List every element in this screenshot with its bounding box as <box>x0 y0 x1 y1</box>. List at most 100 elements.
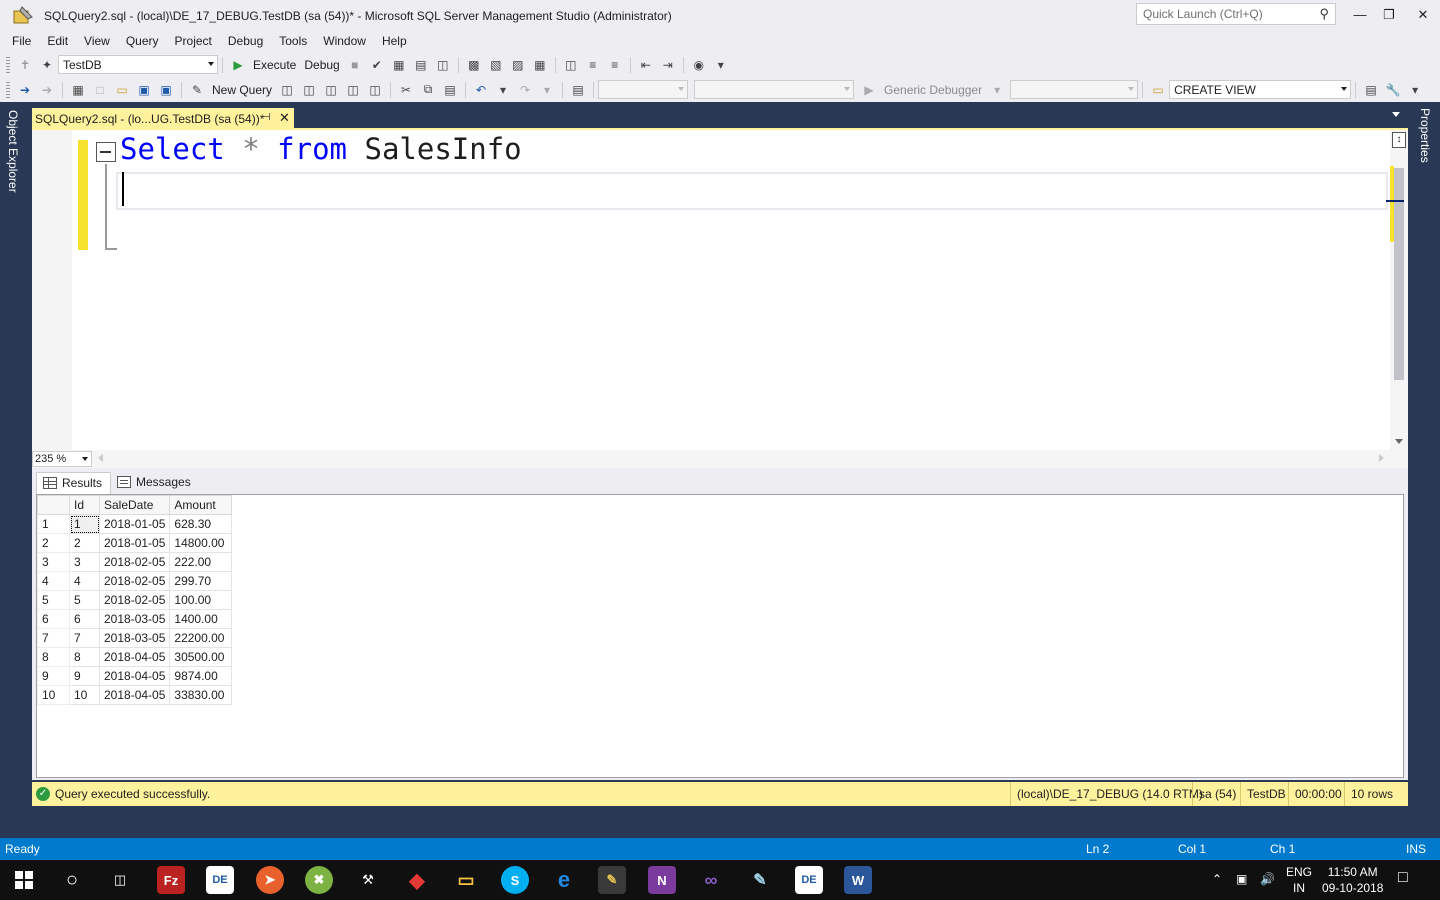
scroll-right-icon[interactable] <box>1379 454 1384 462</box>
edge-browser-icon[interactable]: e <box>550 866 578 894</box>
cancel-query-icon[interactable]: ■ <box>346 56 364 74</box>
properties-wrench-icon[interactable]: 🔧 <box>1384 81 1402 99</box>
menu-query[interactable]: Query <box>118 34 167 48</box>
cell-id[interactable]: 8 <box>69 647 100 667</box>
app-window-icon[interactable]: DE <box>206 866 234 894</box>
cell-amount[interactable]: 22200.00 <box>169 628 233 648</box>
cell-amount[interactable]: 222.00 <box>169 552 233 572</box>
collapse-icon[interactable] <box>96 142 116 162</box>
live-stats-icon[interactable]: ▧ <box>487 56 505 74</box>
comment-icon[interactable]: ≡ <box>584 56 602 74</box>
cell-saledate[interactable]: 2018-04-05 <box>98 685 171 705</box>
increase-indent-icon[interactable]: ⇥ <box>659 56 677 74</box>
row-number[interactable]: 2 <box>37 533 70 553</box>
cell-id[interactable]: 9 <box>69 666 100 686</box>
new-project-icon[interactable]: ▦ <box>69 81 87 99</box>
cut-icon[interactable]: ✂ <box>397 81 415 99</box>
xampp-icon[interactable]: ✖ <box>305 866 333 894</box>
menu-debug[interactable]: Debug <box>220 34 271 48</box>
copy-icon[interactable]: ⧉ <box>419 81 437 99</box>
cell-saledate[interactable]: 2018-02-05 <box>98 571 171 591</box>
uncomment-icon[interactable]: ≡ <box>606 56 624 74</box>
task-view-icon[interactable]: ◫ <box>106 866 134 894</box>
row-number[interactable]: 9 <box>37 666 70 686</box>
debugger-icon[interactable]: ▶ <box>860 81 878 99</box>
ruby-diamond-icon[interactable]: ◆ <box>403 866 431 894</box>
tab-dropdown-icon[interactable] <box>1392 112 1400 117</box>
menu-help[interactable]: Help <box>374 34 415 48</box>
parse-checkmark-icon[interactable]: ✔ <box>368 56 386 74</box>
search-circle-icon[interactable]: ○ <box>58 866 86 894</box>
find-in-files-icon[interactable]: ▭ <box>1149 81 1167 99</box>
filezilla-icon[interactable]: Fz <box>157 866 185 894</box>
cell-id[interactable]: 7 <box>69 628 100 648</box>
cell-saledate[interactable]: 2018-02-05 <box>98 590 171 610</box>
redo-dropdown-icon[interactable]: ▾ <box>538 81 556 99</box>
activity-monitor-icon[interactable]: ▤ <box>569 81 587 99</box>
row-number[interactable]: 3 <box>37 552 70 572</box>
ssms-taskbar-icon[interactable]: ✎ <box>598 866 626 894</box>
connect-icon[interactable]: ✝ <box>16 56 34 74</box>
tab-results[interactable]: Results <box>36 472 112 494</box>
generic-debugger-button[interactable]: Generic Debugger <box>884 83 982 97</box>
split-window-icon[interactable]: ↕ <box>1392 132 1406 148</box>
debugger-dropdown-icon[interactable]: ▾ <box>988 81 1006 99</box>
close-window-button[interactable]: ✕ <box>1408 4 1438 26</box>
database-select[interactable]: TestDB <box>58 55 218 74</box>
column-header-amount[interactable]: Amount <box>169 495 233 515</box>
cell-id[interactable]: 3 <box>69 552 100 572</box>
onenote-icon[interactable]: N <box>648 866 676 894</box>
cell-amount[interactable]: 628.30 <box>169 514 233 534</box>
cell-amount[interactable]: 9874.00 <box>169 666 233 686</box>
cell-saledate[interactable]: 2018-01-05 <box>98 533 171 553</box>
row-number[interactable]: 7 <box>37 628 70 648</box>
results-grid[interactable]: Id SaleDate Amount 1 1 2018-01-05 628.30 22… <box>36 494 1404 778</box>
clock[interactable]: 11:50 AM 09-10-2018 <box>1322 864 1383 896</box>
results-to-file-icon[interactable]: ◫ <box>562 56 580 74</box>
cell-saledate[interactable]: 2018-04-05 <box>98 666 171 686</box>
menu-window[interactable]: Window <box>315 34 374 48</box>
menu-edit[interactable]: Edit <box>39 34 76 48</box>
find-combo[interactable]: CREATE VIEW <box>1169 80 1352 99</box>
cell-id[interactable]: 4 <box>69 571 100 591</box>
properties-tab[interactable]: Properties <box>1418 108 1432 163</box>
network-icon[interactable]: ▣ <box>1236 871 1247 887</box>
back-icon[interactable]: ➔ <box>16 81 34 99</box>
toolbar-grip[interactable] <box>6 56 10 73</box>
query-editor[interactable]: Select * from SalesInfo ↕ <box>32 128 1408 450</box>
restore-button[interactable]: ❐ <box>1374 4 1404 26</box>
cell-amount[interactable]: 33830.00 <box>169 685 233 705</box>
add-item-icon[interactable]: □ <box>91 81 109 99</box>
save-icon[interactable]: ▣ <box>135 81 153 99</box>
ssms-app-icon[interactable] <box>12 5 34 27</box>
code-line-1[interactable]: Select * from SalesInfo <box>120 132 522 166</box>
cell-amount[interactable]: 299.70 <box>169 571 233 591</box>
undo-icon[interactable]: ↶ <box>472 81 490 99</box>
menu-file[interactable]: File <box>4 34 39 48</box>
search-icon[interactable]: ⚲ <box>1319 6 1329 22</box>
decrease-indent-icon[interactable]: ⇤ <box>637 56 655 74</box>
visual-studio-icon[interactable]: ∞ <box>697 866 725 894</box>
cell-amount[interactable]: 30500.00 <box>169 647 233 667</box>
notepad-icon[interactable]: ✎ <box>746 866 774 894</box>
cell-id[interactable]: 2 <box>69 533 100 553</box>
row-number[interactable]: 6 <box>37 609 70 629</box>
notification-center-icon[interactable]: □ <box>1398 870 1408 886</box>
cell-id[interactable]: 1 <box>69 514 100 534</box>
cell-saledate[interactable]: 2018-02-05 <box>98 552 171 572</box>
solution-explorer-icon[interactable]: ▤ <box>1362 81 1380 99</box>
object-explorer-tab[interactable]: Object Explorer <box>6 110 20 193</box>
row-number[interactable]: 5 <box>37 590 70 610</box>
query-designer-icon[interactable]: ▤ <box>412 56 430 74</box>
close-tab-icon[interactable]: ✕ <box>279 110 290 126</box>
cell-amount[interactable]: 100.00 <box>169 590 233 610</box>
include-plan-icon[interactable]: ▩ <box>465 56 483 74</box>
cell-id[interactable]: 5 <box>69 590 100 610</box>
skype-icon[interactable]: S <box>501 866 529 894</box>
column-header-id[interactable]: Id <box>69 495 100 515</box>
tools-icon[interactable]: ⚒ <box>354 866 382 894</box>
cell-saledate[interactable]: 2018-03-05 <box>98 609 171 629</box>
menu-tools[interactable]: Tools <box>271 34 315 48</box>
results-to-grid-icon[interactable]: ▦ <box>531 56 549 74</box>
debug-button[interactable]: Debug <box>304 58 339 72</box>
